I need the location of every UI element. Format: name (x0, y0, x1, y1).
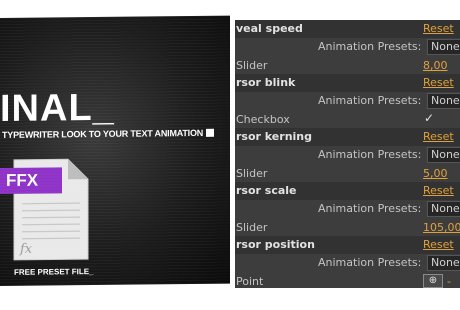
presets-row: Animation Presets: None (235, 38, 460, 56)
presets-label: Animation Presets: (318, 40, 422, 53)
group-header-cursor-position: rsor position Reset (235, 236, 460, 254)
presets-dropdown[interactable]: None (427, 201, 460, 217)
control-type-label: Point (236, 275, 264, 288)
thumbnail-caption: FREE PRESET FILE_ (14, 267, 94, 277)
presets-row: Animation Presets: None (235, 146, 460, 164)
group-name: rsor position (236, 238, 315, 251)
reset-link[interactable]: Reset (423, 22, 454, 35)
slider-value[interactable]: 5,00 (423, 167, 448, 180)
group-header-cursor-scale: rsor scale Reset (235, 182, 460, 200)
presets-dropdown[interactable]: None (427, 39, 460, 55)
presets-label: Animation Presets: (318, 202, 422, 215)
reset-link[interactable]: Reset (423, 130, 454, 143)
checkbox-check-icon[interactable]: ✓ (424, 111, 434, 125)
control-type-label: Slider (236, 221, 268, 234)
reset-link[interactable]: Reset (423, 238, 454, 251)
group-name: rsor kerning (236, 130, 312, 143)
group-name: rsor scale (236, 184, 297, 197)
point-value[interactable]: - (447, 275, 451, 288)
control-row-checkbox: Checkbox ✓ (235, 110, 460, 128)
slider-value[interactable]: 105,00 (423, 221, 460, 234)
group-header-cursor-blink: rsor blink Reset (235, 74, 460, 92)
presets-dropdown[interactable]: None (427, 93, 460, 109)
control-row-slider: Slider 8,00 (235, 56, 460, 74)
presets-row: Animation Presets: None (235, 200, 460, 218)
presets-row: Animation Presets: None (235, 254, 460, 272)
group-name: rsor blink (236, 76, 296, 89)
slider-value[interactable]: 8,00 (423, 59, 448, 72)
cursor-block-icon (206, 128, 215, 137)
control-row-slider: Slider 5,00 (235, 164, 460, 182)
presets-label: Animation Presets: (318, 94, 422, 107)
file-icon (13, 158, 89, 261)
group-header-reveal-speed: veal speed Reset (235, 20, 460, 38)
control-type-label: Slider (236, 59, 268, 72)
ffx-badge: FFX (0, 167, 62, 194)
reset-link[interactable]: Reset (423, 184, 454, 197)
presets-dropdown[interactable]: None (427, 147, 460, 163)
preset-thumbnail: INAL_ TYPEWRITER LOOK TO YOUR TEXT ANIMA… (0, 15, 230, 286)
group-header-cursor-kerning: rsor kerning Reset (235, 128, 460, 146)
control-type-label: Slider (236, 167, 268, 180)
thumbnail-subtitle: TYPEWRITER LOOK TO YOUR TEXT ANIMATION (2, 128, 215, 140)
presets-label: Animation Presets: (318, 256, 422, 269)
presets-dropdown[interactable]: None (427, 255, 460, 271)
control-row-point: Point ⊕ - (235, 272, 460, 288)
control-row-slider: Slider 105,00 (235, 218, 460, 236)
crosshair-icon[interactable]: ⊕ (423, 274, 443, 288)
control-type-label: Checkbox (236, 113, 290, 126)
effect-controls-panel: veal speed Reset Animation Presets: None… (235, 20, 460, 288)
thumbnail-title: INAL_ (0, 86, 115, 130)
presets-row: Animation Presets: None (235, 92, 460, 110)
fx-icon: fx (20, 241, 33, 257)
group-name: veal speed (236, 22, 303, 35)
presets-label: Animation Presets: (318, 148, 422, 161)
reset-link[interactable]: Reset (423, 76, 454, 89)
